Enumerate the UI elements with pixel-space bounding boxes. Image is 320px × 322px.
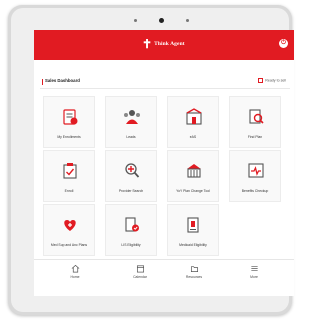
tile-enroll[interactable]: Enroll <box>43 150 95 202</box>
brand-mark-icon: ✝ <box>142 37 153 51</box>
bottom-nav-divider <box>34 259 294 260</box>
tile-label: Provider Search <box>118 189 144 193</box>
tile-my-enrollments[interactable]: My Enrollments <box>43 96 95 148</box>
nav-resources[interactable]: Resources <box>179 264 209 290</box>
tile-label: Find Plan <box>247 135 263 139</box>
brand-name: Think Agent <box>154 41 185 47</box>
tile-eas[interactable]: eAS <box>167 96 219 148</box>
tile-label: Benefits Checkup <box>241 189 269 193</box>
tile-label: Med Sup and Anc Plans <box>50 243 88 247</box>
sensor-dot <box>186 19 189 22</box>
resources-icon <box>190 266 198 273</box>
tile-med-sup-and-anc-plans[interactable]: Med Sup and Anc Plans <box>43 204 95 256</box>
divider <box>40 88 290 89</box>
provider-search-icon <box>125 163 140 178</box>
home-icon <box>71 264 79 273</box>
nav-more[interactable]: More <box>239 264 269 290</box>
app-screen: ✝ Think Agent ⏻ Sales Dashboard Ready to… <box>34 30 294 296</box>
checkbox-icon <box>258 78 264 83</box>
dashboard-title-row: Sales Dashboard Ready to sell <box>42 78 288 88</box>
med-sup-icon <box>64 220 76 231</box>
tile-benefits-checkup[interactable]: Benefits Checkup <box>229 150 281 202</box>
plan-change-icon <box>187 164 201 178</box>
find-plan-icon <box>249 109 264 124</box>
nav-label: More <box>250 275 258 279</box>
calendar-icon <box>136 265 144 273</box>
tile-label: Medicaid Eligibility <box>179 243 207 247</box>
tile-label: eAS <box>189 135 197 139</box>
enroll-icon <box>63 163 77 179</box>
tablet-frame: ✝ Think Agent ⏻ Sales Dashboard Ready to… <box>8 5 294 315</box>
title-accent-bar <box>42 79 43 85</box>
exit-icon: ⏻ <box>281 40 286 46</box>
ready-to-sell-toggle[interactable]: Ready to sell <box>258 78 286 83</box>
tile-lis-eligibility[interactable]: LIS Eligibility <box>105 204 157 256</box>
enrollments-icon <box>63 109 78 125</box>
ready-to-sell-label: Ready to sell <box>265 78 286 83</box>
tile-provider-search[interactable]: Provider Search <box>105 150 157 202</box>
tile-label: Enroll <box>64 189 74 193</box>
benefits-checkup-icon <box>248 163 264 178</box>
tile-label: Leads <box>126 135 136 139</box>
app-header: ✝ Think Agent ⏻ <box>34 30 294 60</box>
leads-icon <box>124 110 140 124</box>
tile-medicaid-eligibility[interactable]: Medicaid Eligibility <box>167 204 219 256</box>
nav-label: Home <box>70 275 80 279</box>
eas-icon <box>186 108 202 125</box>
tile-yoy-plan-change-tool[interactable]: YoY Plan Change Tool <box>167 150 219 202</box>
tile-leads[interactable]: Leads <box>105 96 157 148</box>
brand-logo: ✝ Think Agent <box>142 38 185 50</box>
tile-label: My Enrollments <box>57 135 81 139</box>
nav-label: Resources <box>185 275 203 279</box>
lis-eligibility-icon <box>125 217 139 232</box>
exit-button[interactable]: ⏻ <box>279 39 288 48</box>
page-title: Sales Dashboard <box>45 78 80 83</box>
tile-label: LIS Eligibility <box>121 243 141 247</box>
sensor-dot <box>134 19 137 22</box>
nav-label: Calendar <box>133 275 147 279</box>
tile-label: YoY Plan Change Tool <box>176 189 210 193</box>
nav-calendar[interactable]: Calendar <box>125 264 155 290</box>
tile-find-plan[interactable]: Find Plan <box>229 96 281 148</box>
medicaid-eligibility-icon <box>187 217 199 233</box>
nav-home[interactable]: Home <box>60 264 90 290</box>
menu-icon <box>250 266 258 271</box>
camera-icon <box>159 18 164 23</box>
